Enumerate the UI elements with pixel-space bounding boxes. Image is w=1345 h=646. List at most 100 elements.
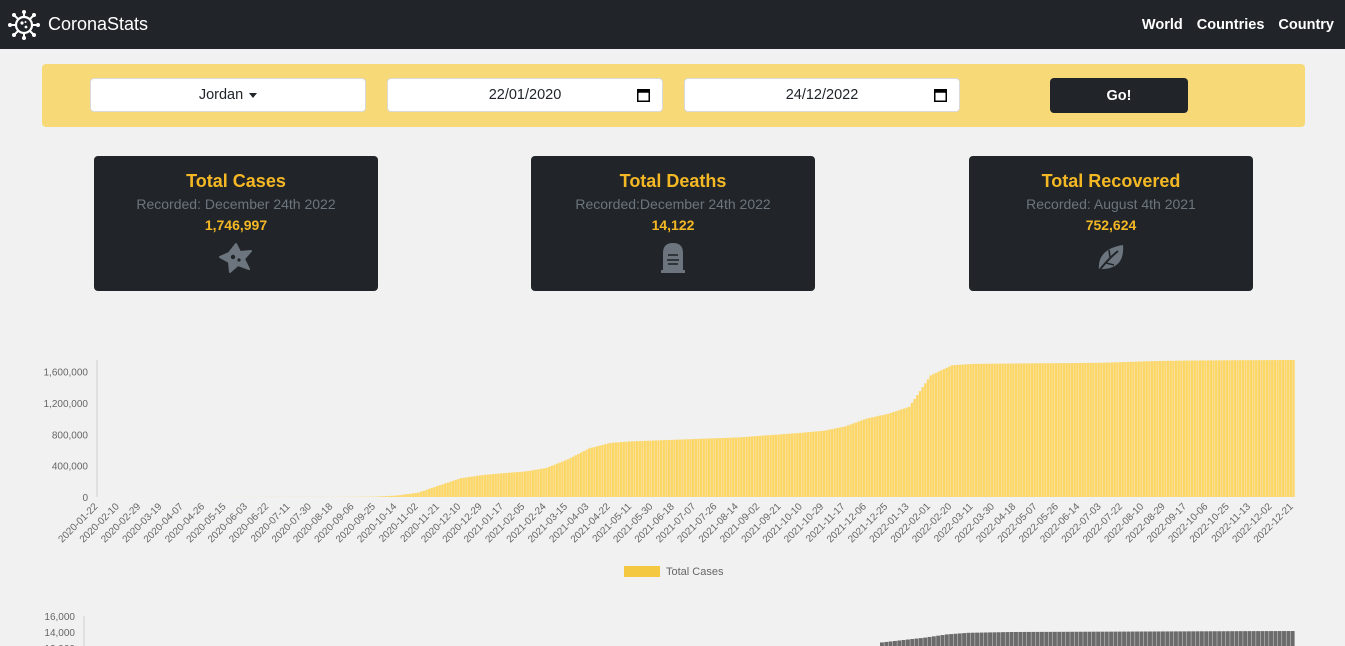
bar[interactable] (708, 438, 711, 497)
bar[interactable] (964, 364, 967, 497)
bar[interactable] (1178, 631, 1183, 646)
bar[interactable] (977, 363, 980, 497)
bar[interactable] (756, 436, 759, 497)
bar[interactable] (1052, 363, 1055, 497)
bar[interactable] (1148, 631, 1152, 646)
bar[interactable] (478, 475, 481, 497)
bar[interactable] (774, 434, 778, 497)
bar[interactable] (1220, 360, 1223, 497)
bar[interactable] (740, 437, 743, 497)
bar[interactable] (1086, 362, 1090, 497)
bar[interactable] (880, 642, 884, 646)
bar[interactable] (587, 448, 591, 497)
bar[interactable] (1073, 363, 1076, 497)
bar[interactable] (502, 473, 505, 497)
bar[interactable] (745, 436, 748, 497)
bar[interactable] (1241, 360, 1245, 497)
bar[interactable] (398, 495, 401, 497)
bar[interactable] (953, 633, 958, 646)
bar[interactable] (988, 632, 992, 646)
bar[interactable] (443, 483, 447, 497)
bar[interactable] (836, 428, 839, 497)
bar[interactable] (910, 639, 915, 646)
nav-link-world[interactable]: World (1142, 17, 1183, 33)
bar[interactable] (905, 639, 910, 646)
bar[interactable] (630, 441, 633, 497)
bar[interactable] (788, 433, 791, 497)
bar[interactable] (1087, 631, 1092, 646)
bar[interactable] (902, 408, 906, 497)
bar[interactable] (515, 472, 519, 497)
bar[interactable] (1180, 360, 1183, 497)
bar[interactable] (870, 417, 874, 497)
bar[interactable] (542, 468, 545, 497)
bar[interactable] (1054, 363, 1058, 497)
bar[interactable] (582, 451, 585, 497)
bar[interactable] (614, 442, 617, 497)
bar[interactable] (1018, 631, 1023, 646)
bar[interactable] (1041, 363, 1044, 497)
bar[interactable] (1113, 631, 1118, 646)
bar[interactable] (1262, 360, 1266, 497)
bar[interactable] (598, 445, 601, 497)
bar[interactable] (1044, 631, 1049, 646)
bar[interactable] (683, 439, 687, 497)
bar[interactable] (1134, 361, 1138, 497)
bar[interactable] (980, 363, 983, 497)
bar[interactable] (958, 364, 962, 497)
bar[interactable] (841, 426, 844, 497)
bar[interactable] (1196, 360, 1199, 497)
bar[interactable] (1033, 363, 1036, 497)
bar[interactable] (563, 460, 567, 497)
bar[interactable] (1169, 631, 1174, 646)
bar[interactable] (1009, 632, 1014, 646)
bar[interactable] (914, 638, 919, 646)
bar[interactable] (932, 374, 935, 497)
bar[interactable] (838, 427, 842, 497)
bar[interactable] (822, 430, 826, 497)
bar[interactable] (1234, 631, 1239, 646)
bar[interactable] (1292, 360, 1295, 497)
bar[interactable] (857, 421, 860, 497)
bar[interactable] (1164, 360, 1167, 497)
bar[interactable] (1076, 362, 1079, 497)
bar[interactable] (1182, 631, 1187, 646)
bar[interactable] (812, 431, 815, 497)
bar[interactable] (1100, 362, 1103, 497)
bar[interactable] (985, 363, 988, 497)
bar[interactable] (1190, 360, 1194, 497)
bar[interactable] (659, 440, 663, 497)
date-to-input[interactable]: 24/12/2022 (684, 78, 960, 112)
bar[interactable] (1057, 363, 1060, 497)
bar[interactable] (1025, 363, 1028, 497)
bar[interactable] (462, 477, 465, 497)
bar[interactable] (1083, 631, 1088, 646)
bar[interactable] (894, 411, 898, 497)
bar[interactable] (900, 409, 903, 497)
bar[interactable] (619, 442, 623, 497)
bar[interactable] (1169, 360, 1172, 497)
bar[interactable] (1198, 360, 1202, 497)
bar[interactable] (673, 439, 676, 497)
bar[interactable] (1102, 362, 1106, 497)
bar[interactable] (1118, 362, 1122, 497)
bar[interactable] (772, 434, 775, 497)
bar[interactable] (1185, 360, 1188, 497)
bar[interactable] (942, 369, 946, 497)
bar[interactable] (1122, 631, 1127, 646)
bar[interactable] (507, 472, 511, 497)
bar[interactable] (595, 446, 599, 497)
bar[interactable] (1121, 362, 1124, 497)
bar[interactable] (691, 439, 695, 497)
bar[interactable] (606, 443, 609, 497)
bar[interactable] (609, 442, 612, 497)
bar[interactable] (1246, 360, 1250, 497)
bar[interactable] (910, 402, 914, 497)
bar[interactable] (1153, 361, 1156, 497)
bar[interactable] (1124, 362, 1127, 497)
bar[interactable] (1222, 360, 1226, 497)
bar[interactable] (1204, 631, 1209, 646)
bar[interactable] (860, 420, 863, 497)
bar[interactable] (1092, 362, 1095, 497)
bar[interactable] (1135, 631, 1139, 646)
